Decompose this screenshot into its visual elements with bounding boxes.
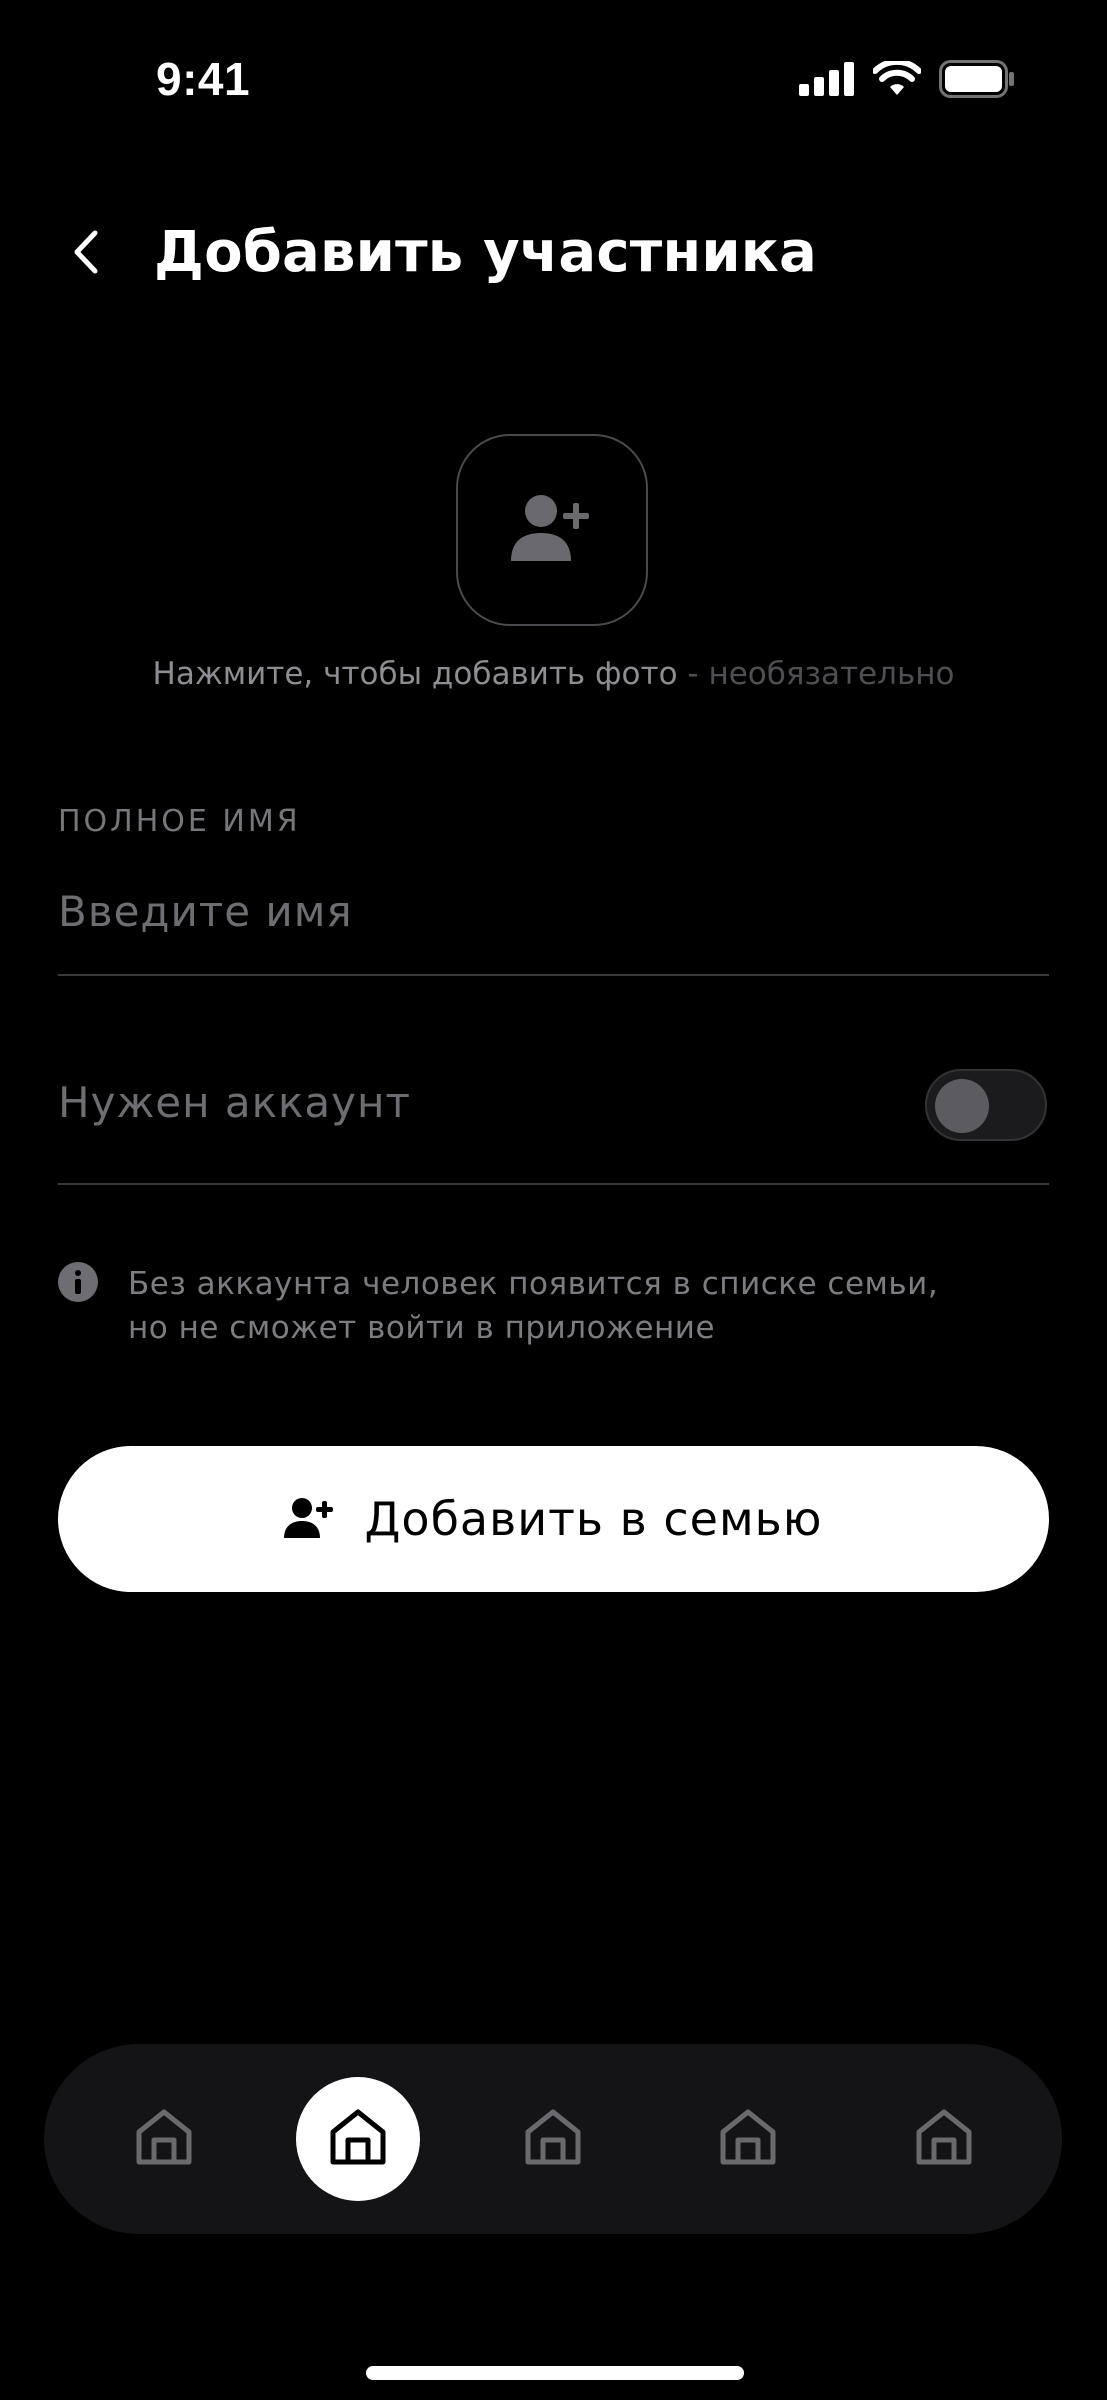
full-name-label: ПОЛНОЕ ИМЯ [58,804,301,839]
home-icon [717,2106,779,2172]
chevron-left-icon [71,229,101,279]
photo-hint-optional: - необязательно [677,656,955,692]
status-time: 9:41 [156,53,251,105]
tab-item-4[interactable] [688,2079,808,2199]
name-divider [58,974,1049,976]
toggle-knob [935,1079,989,1133]
battery-icon [939,60,1015,102]
home-icon [133,2106,195,2172]
wifi-icon [872,58,922,101]
add-to-family-button[interactable]: Добавить в семью [58,1446,1049,1592]
home-icon [327,2106,389,2172]
account-divider [58,1183,1049,1185]
status-icons [799,58,1015,102]
home-icon [522,2106,584,2172]
cellular-signal-icon [799,62,855,100]
header: Добавить участника [0,210,1107,300]
info-icon [58,1262,98,1302]
add-user-icon [509,493,595,567]
account-required-label: Нужен аккаунт [58,1078,411,1127]
tab-item-1[interactable] [104,2079,224,2199]
account-required-toggle[interactable] [925,1069,1047,1141]
photo-hint: Нажмите, чтобы добавить фото - необязате… [0,656,1107,692]
full-name-input[interactable] [58,876,1048,946]
back-button[interactable] [56,224,116,284]
add-photo-button[interactable] [456,434,648,626]
add-to-family-label: Добавить в семью [364,1492,823,1546]
home-icon [913,2106,975,2172]
add-user-icon [284,1497,334,1542]
info-note-line-2: но не сможет войти в приложение [128,1310,716,1346]
tab-item-2[interactable] [296,2077,420,2201]
tab-item-3[interactable] [493,2079,613,2199]
account-row: Нужен аккаунт [58,1060,1049,1150]
page-title: Добавить участника [154,220,817,285]
tab-item-5[interactable] [884,2079,1004,2199]
home-indicator [366,2366,744,2380]
info-note: Без аккаунта человек появится в списке с… [128,1262,1028,1350]
tab-bar [44,2044,1062,2234]
info-note-line-1: Без аккаунта человек появится в списке с… [128,1266,939,1302]
status-bar: 9:41 [0,0,1107,160]
photo-hint-text: Нажмите, чтобы добавить фото [152,656,678,692]
